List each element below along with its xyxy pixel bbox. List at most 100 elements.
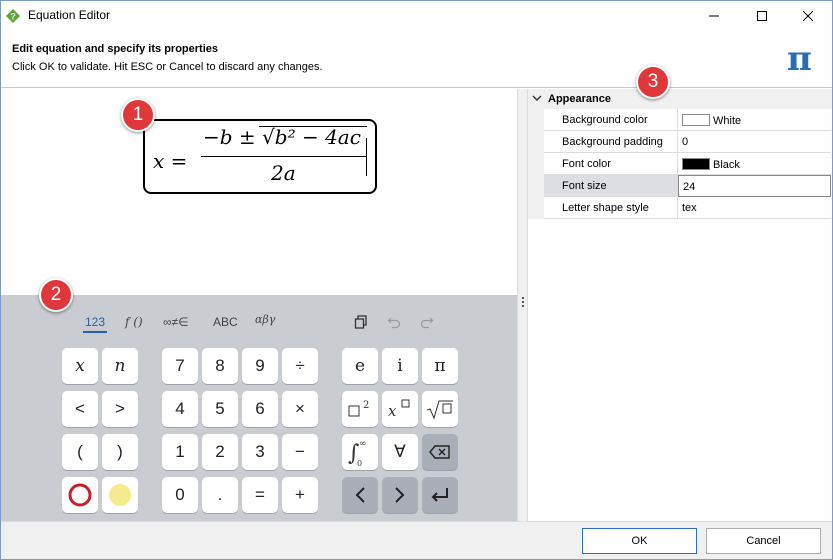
- radicand: b² − 4ac: [274, 125, 361, 149]
- maximize-button[interactable]: [739, 1, 785, 31]
- category-appearance[interactable]: Appearance: [528, 89, 832, 109]
- integral-template-icon: ∫ ∞0: [348, 439, 367, 468]
- equation-lhs: x =: [153, 149, 188, 173]
- key-square[interactable]: 2: [342, 391, 378, 427]
- key-sqrt[interactable]: [422, 391, 458, 427]
- key-pi[interactable]: π: [422, 348, 458, 384]
- color-value-label: White: [713, 115, 742, 127]
- key-8[interactable]: 8: [202, 348, 238, 384]
- key-decimal[interactable]: .: [202, 477, 238, 513]
- power-template-icon: x: [388, 399, 410, 420]
- property-name: Background color: [544, 109, 678, 131]
- key-yellow-circle[interactable]: [102, 477, 138, 513]
- key-for-all[interactable]: ∀: [382, 434, 418, 470]
- key-multiply[interactable]: ×: [282, 391, 318, 427]
- key-integral[interactable]: ∫ ∞ 0: [342, 434, 378, 470]
- equation-field[interactable]: x = −b ± √b² − 4ac 2a: [143, 119, 377, 194]
- key-i[interactable]: i: [382, 348, 418, 384]
- close-button[interactable]: [785, 1, 831, 31]
- key-9[interactable]: 9: [242, 348, 278, 384]
- tab-abc[interactable]: ABC: [213, 315, 238, 329]
- splitter[interactable]: [517, 89, 528, 521]
- dialog-heading: Edit equation and specify its properties: [12, 43, 218, 55]
- property-value[interactable]: 0: [678, 131, 831, 153]
- property-value[interactable]: tex: [678, 197, 831, 219]
- property-row-font-size[interactable]: Font size 24: [528, 175, 831, 197]
- key-less-than[interactable]: <: [62, 391, 98, 427]
- text-caret: [366, 138, 367, 176]
- chevron-left-icon: [355, 487, 365, 503]
- backspace-icon: [429, 445, 450, 459]
- fraction-bar: [201, 156, 367, 157]
- key-red-circle[interactable]: [62, 477, 98, 513]
- chevron-right-icon: [395, 487, 405, 503]
- equation-pane[interactable]: x = −b ± √b² − 4ac 2a: [1, 89, 517, 295]
- key-greater-than[interactable]: >: [102, 391, 138, 427]
- svg-text:x: x: [388, 402, 397, 420]
- color-value-label: Black: [713, 159, 740, 171]
- tab-123[interactable]: 123: [83, 315, 108, 333]
- equation-editor-window: ? Equation Editor Edit equation and spec…: [0, 0, 833, 560]
- key-0[interactable]: 0: [162, 477, 198, 513]
- key-n[interactable]: n: [102, 348, 138, 384]
- key-1[interactable]: 1: [162, 434, 198, 470]
- row-gutter: [528, 197, 544, 219]
- key-2[interactable]: 2: [202, 434, 238, 470]
- maximize-icon: [757, 11, 767, 21]
- property-value[interactable]: Black: [678, 153, 831, 175]
- key-6[interactable]: 6: [242, 391, 278, 427]
- svg-text:2: 2: [363, 400, 369, 411]
- dialog-header: Edit equation and specify its properties…: [1, 31, 832, 88]
- font-size-input[interactable]: 24: [678, 175, 831, 197]
- property-value[interactable]: White: [678, 109, 831, 131]
- color-swatch: [682, 114, 710, 126]
- minimize-button[interactable]: [691, 1, 737, 31]
- radical-bar: [259, 126, 367, 127]
- property-row-background-color[interactable]: Background color White: [528, 109, 831, 131]
- key-enter[interactable]: [422, 477, 458, 513]
- key-right-arrow[interactable]: [382, 477, 418, 513]
- key-5[interactable]: 5: [202, 391, 238, 427]
- tab-greek[interactable]: αβγ: [255, 313, 275, 326]
- key-7[interactable]: 7: [162, 348, 198, 384]
- callout-badge: 3: [636, 65, 670, 99]
- yellow-circle-icon: [109, 484, 131, 506]
- property-name: Font size: [544, 175, 678, 197]
- property-row-font-color[interactable]: Font color Black: [528, 153, 831, 175]
- key-power[interactable]: x: [382, 391, 418, 427]
- key-minus[interactable]: −: [282, 434, 318, 470]
- square-template-icon: 2: [348, 400, 369, 417]
- tab-symbols[interactable]: ∞≠∈: [163, 315, 189, 329]
- color-swatch: [682, 158, 710, 170]
- property-row-background-padding[interactable]: Background padding 0: [528, 131, 831, 153]
- pi-logo-icon: π: [787, 39, 812, 79]
- key-close-paren[interactable]: ): [102, 434, 138, 470]
- undo-icon[interactable]: [385, 313, 403, 331]
- key-plus[interactable]: +: [282, 477, 318, 513]
- key-equals[interactable]: =: [242, 477, 278, 513]
- property-row-letter-shape-style[interactable]: Letter shape style tex: [528, 197, 831, 219]
- row-gutter: [528, 175, 544, 197]
- chevron-down-icon: [532, 95, 542, 101]
- key-open-paren[interactable]: (: [62, 434, 98, 470]
- tab-functions[interactable]: f (): [125, 315, 143, 329]
- enter-icon: [431, 488, 448, 502]
- cancel-button[interactable]: Cancel: [706, 528, 821, 554]
- sqrt-template-icon: [426, 400, 453, 420]
- key-4[interactable]: 4: [162, 391, 198, 427]
- key-e[interactable]: e: [342, 348, 378, 384]
- key-backspace[interactable]: [422, 434, 458, 470]
- property-name: Background padding: [544, 131, 678, 153]
- key-divide[interactable]: ÷: [282, 348, 318, 384]
- key-3[interactable]: 3: [242, 434, 278, 470]
- key-left-arrow[interactable]: [342, 477, 378, 513]
- property-name: Font color: [544, 153, 678, 175]
- window-title: Equation Editor: [28, 8, 111, 22]
- app-icon: ?: [6, 9, 20, 23]
- splitter-grip-icon: [522, 297, 524, 307]
- svg-text:0: 0: [357, 459, 362, 468]
- copy-icon[interactable]: [352, 313, 370, 331]
- ok-button[interactable]: OK: [582, 528, 697, 554]
- key-x[interactable]: x: [62, 348, 98, 384]
- redo-icon[interactable]: [418, 313, 436, 331]
